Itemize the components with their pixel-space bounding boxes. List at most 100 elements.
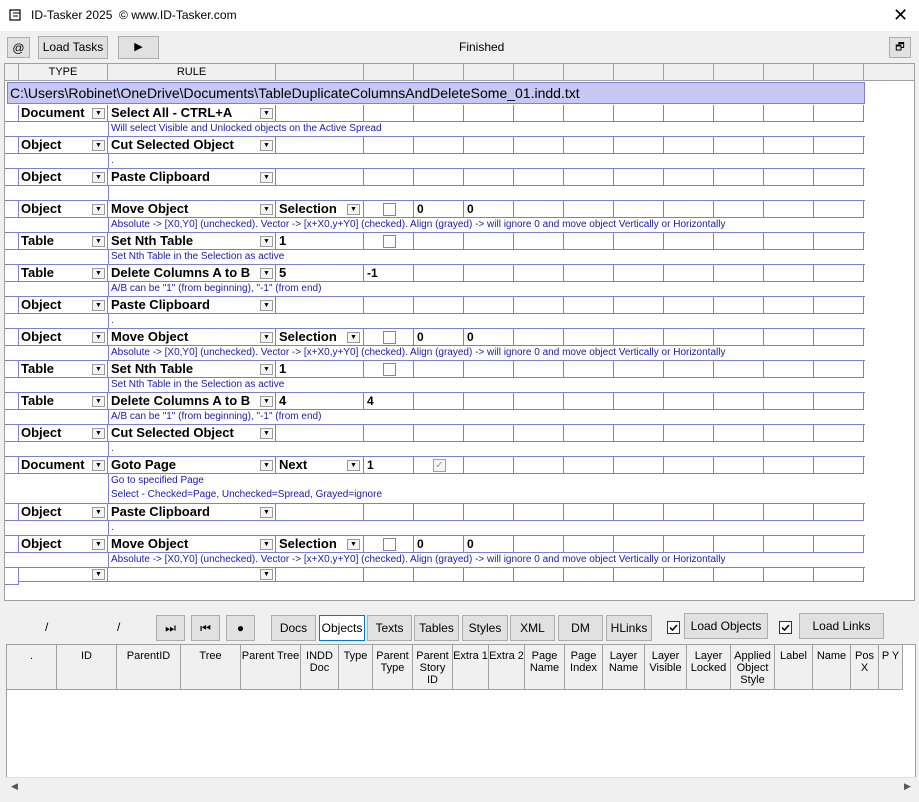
param-cell[interactable] xyxy=(276,137,364,154)
row-selector[interactable] xyxy=(5,265,19,282)
load-links-checkbox[interactable] xyxy=(779,621,792,634)
task-type-cell[interactable]: Object ▼ xyxy=(19,201,108,218)
value-cell[interactable] xyxy=(814,137,864,154)
task-row[interactable]: Document ▼ Select All - CTRL+A ▼ Will select… xyxy=(5,105,865,137)
value-cell[interactable] xyxy=(714,457,764,474)
value-cell[interactable] xyxy=(564,536,614,553)
value-cell[interactable] xyxy=(614,297,664,314)
param-cell[interactable] xyxy=(276,504,364,521)
task-type-cell[interactable]: Object ▼ xyxy=(19,504,108,521)
dropdown-arrow-icon[interactable]: ▼ xyxy=(347,332,360,343)
value-cell[interactable] xyxy=(414,169,464,186)
value-cell[interactable] xyxy=(464,504,514,521)
value-cell[interactable] xyxy=(364,568,414,582)
value-cell[interactable] xyxy=(664,393,714,410)
objects-grid[interactable]: . ID ParentID Tree Parent Tree INDD Doc Type Pa… xyxy=(6,644,916,794)
option-checkbox[interactable]: ✓ xyxy=(433,459,446,472)
at-button[interactable]: @ xyxy=(7,37,30,58)
column-header[interactable]: Page Name xyxy=(525,645,565,690)
value-cell[interactable] xyxy=(414,233,464,250)
column-header[interactable]: . xyxy=(7,645,57,690)
task-row[interactable]: Object ▼ Paste Clipboard ▼. xyxy=(5,297,865,329)
value-cell[interactable] xyxy=(814,393,864,410)
param-cell[interactable]: 1 xyxy=(276,361,364,378)
param-cell[interactable]: Next ▼ xyxy=(276,457,364,474)
value-cell[interactable] xyxy=(614,393,664,410)
close-button[interactable]: ✕ xyxy=(882,0,919,31)
value-cell[interactable] xyxy=(764,169,814,186)
value-cell[interactable] xyxy=(564,568,614,582)
task-type-cell[interactable]: Document ▼ xyxy=(19,457,108,474)
value-cell[interactable] xyxy=(764,425,814,442)
dropdown-arrow-icon[interactable]: ▼ xyxy=(260,364,273,375)
value-cell[interactable] xyxy=(764,504,814,521)
value-cell[interactable]: 0 xyxy=(414,329,464,346)
value-cell[interactable] xyxy=(714,265,764,282)
option-checkbox[interactable] xyxy=(383,203,396,216)
value-cell[interactable]: 0 xyxy=(414,536,464,553)
value-cell[interactable] xyxy=(714,568,764,582)
value-cell[interactable] xyxy=(364,504,414,521)
value-cell[interactable] xyxy=(764,568,814,582)
param-cell[interactable]: 4 xyxy=(276,393,364,410)
value-cell[interactable] xyxy=(514,393,564,410)
value-cell[interactable] xyxy=(514,457,564,474)
value-cell[interactable] xyxy=(814,233,864,250)
dropdown-arrow-icon[interactable]: ▼ xyxy=(260,569,273,580)
dropdown-arrow-icon[interactable]: ▼ xyxy=(260,539,273,550)
value-cell[interactable] xyxy=(464,425,514,442)
row-selector[interactable] xyxy=(5,457,19,474)
tab-hlinks[interactable]: HLinks xyxy=(606,615,652,641)
dropdown-arrow-icon[interactable]: ▼ xyxy=(260,268,273,279)
value-cell[interactable] xyxy=(614,201,664,218)
dropdown-arrow-icon[interactable]: ▼ xyxy=(347,539,360,550)
row-selector[interactable] xyxy=(5,536,19,553)
row-selector[interactable] xyxy=(5,233,19,250)
horizontal-scrollbar[interactable]: ◀ ▶ xyxy=(6,777,916,794)
task-row[interactable]: Table ▼ Delete Columns A to B ▼ 5 -1 A/B can b… xyxy=(5,265,865,297)
task-row[interactable]: Document ▼ Goto Page ▼ Next ▼ 1 ✓ Go to specifie… xyxy=(5,457,865,504)
dropdown-arrow-icon[interactable]: ▼ xyxy=(92,507,105,518)
dropdown-arrow-icon[interactable]: ▼ xyxy=(260,172,273,183)
row-selector[interactable] xyxy=(5,137,19,154)
param-cell[interactable] xyxy=(276,425,364,442)
task-rule-cell[interactable]: Paste Clipboard ▼ xyxy=(108,169,276,186)
value-cell[interactable] xyxy=(714,536,764,553)
value-cell[interactable] xyxy=(464,169,514,186)
task-row[interactable]: Object ▼ Move Object ▼ Selection ▼ 0 0 Absolute … xyxy=(5,201,865,233)
task-row[interactable]: Object ▼ Move Object ▼ Selection ▼ 0 0 Absolute … xyxy=(5,536,865,568)
tab-objects[interactable]: Objects xyxy=(319,615,365,641)
value-cell[interactable]: 4 xyxy=(364,393,414,410)
value-cell[interactable]: 0 xyxy=(414,201,464,218)
value-cell[interactable] xyxy=(614,504,664,521)
tab-dm[interactable]: DM xyxy=(558,615,603,641)
task-rule-cell[interactable]: Select All - CTRL+A ▼ xyxy=(108,105,276,122)
column-header[interactable]: Extra 2 xyxy=(489,645,525,690)
task-rule-cell[interactable]: Goto Page ▼ xyxy=(108,457,276,474)
column-header[interactable]: Parent Tree xyxy=(241,645,301,690)
option-checkbox[interactable] xyxy=(383,331,396,344)
dropdown-arrow-icon[interactable]: ▼ xyxy=(260,428,273,439)
value-cell[interactable] xyxy=(564,105,614,122)
task-rule-cell[interactable]: Paste Clipboard ▼ xyxy=(108,504,276,521)
scroll-left-icon[interactable]: ◀ xyxy=(6,778,23,795)
value-cell[interactable] xyxy=(364,137,414,154)
value-cell[interactable] xyxy=(414,137,464,154)
row-selector[interactable] xyxy=(5,568,19,585)
value-cell[interactable] xyxy=(814,265,864,282)
value-cell[interactable] xyxy=(714,297,764,314)
value-cell[interactable] xyxy=(514,504,564,521)
load-links-button[interactable]: Load Links xyxy=(799,613,884,639)
value-cell[interactable] xyxy=(764,105,814,122)
value-cell[interactable] xyxy=(664,137,714,154)
task-row[interactable]: Object ▼ Cut Selected Object ▼. xyxy=(5,137,865,169)
value-cell[interactable] xyxy=(514,536,564,553)
dropdown-arrow-icon[interactable]: ▼ xyxy=(92,140,105,151)
value-cell[interactable] xyxy=(414,361,464,378)
value-cell[interactable] xyxy=(464,361,514,378)
value-cell[interactable] xyxy=(814,169,864,186)
column-header[interactable]: ParentID xyxy=(117,645,181,690)
value-cell[interactable] xyxy=(814,457,864,474)
task-row[interactable]: Object ▼ Paste Clipboard ▼. xyxy=(5,504,865,536)
dropdown-arrow-icon[interactable]: ▼ xyxy=(92,364,105,375)
